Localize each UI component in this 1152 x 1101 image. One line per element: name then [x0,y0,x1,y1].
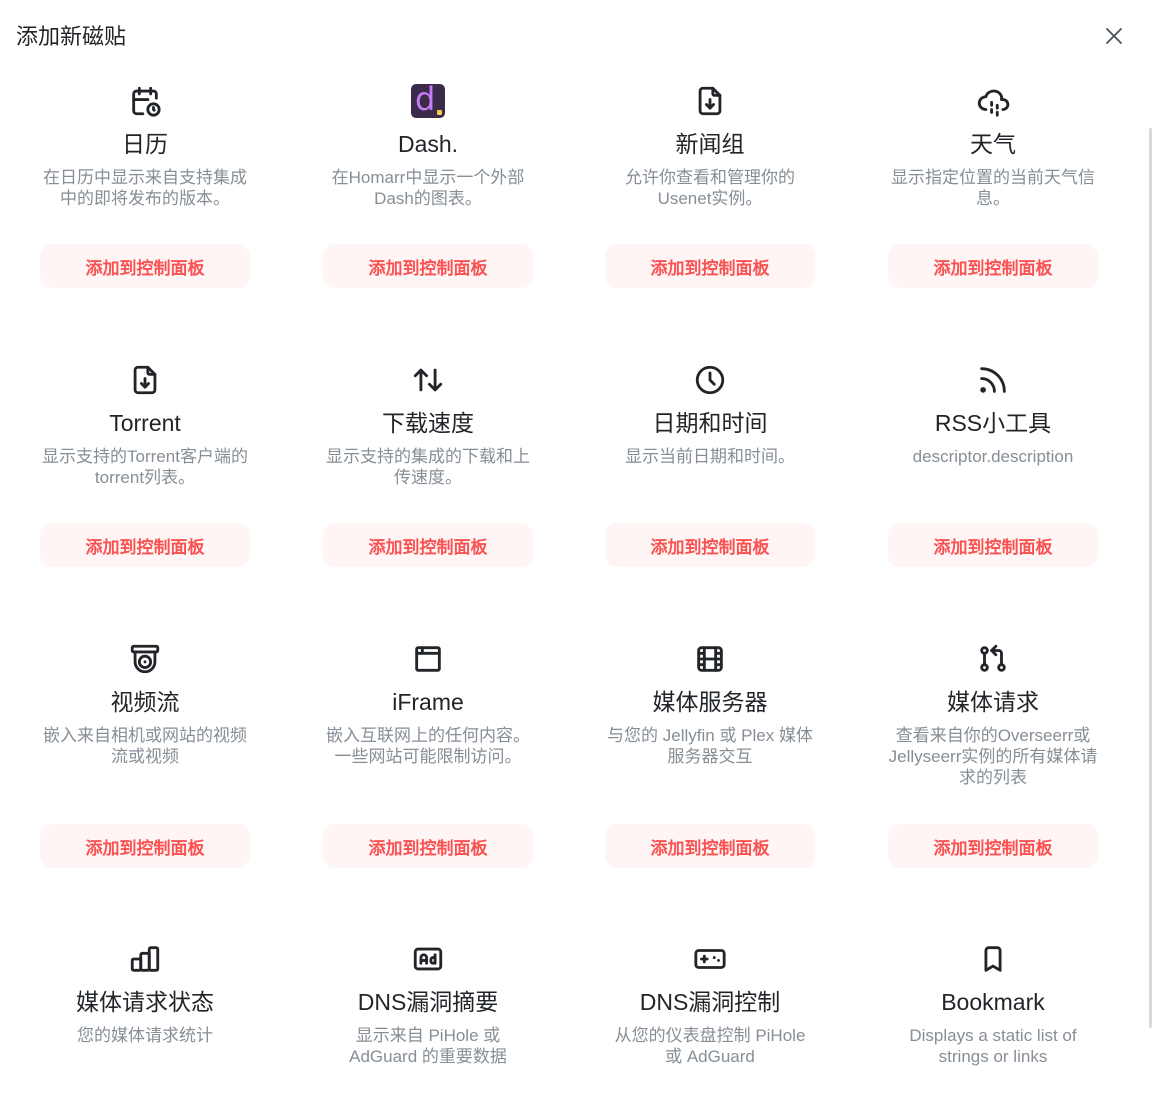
tile-description: 显示支持的集成的下载和上传速度。 [326,447,530,487]
tile-name: 天气 [970,131,1016,157]
tile-name: DNS漏洞控制 [639,989,781,1015]
file-download-icon [692,83,728,119]
tile-iframe: iFrame 嵌入互联网上的任何内容。一些网站可能限制访问。 [308,641,548,789]
add-to-dashboard-button[interactable]: 添加到控制面板 [323,244,533,288]
tile-name: iFrame [392,689,464,715]
tile-usenet: 新闻组 允许你查看和管理你的Usenet实例。 [590,83,830,231]
tile-description: 查看来自你的Overseerr或Jellyseerr实例的所有媒体请求的列表 [888,726,1098,787]
tile-torrent: Torrent 显示支持的Torrent客户端的torrent列表。 [25,362,265,510]
tile-description: 允许你查看和管理你的Usenet实例。 [625,168,795,208]
tile-weather: 天气 显示指定位置的当前天气信息。 [873,83,1113,231]
cloud-rain-icon [975,83,1011,119]
add-to-dashboard-button[interactable]: 添加到控制面板 [40,523,250,567]
tile-media-requests: 媒体请求 查看来自你的Overseerr或Jellyseerr实例的所有媒体请求… [873,641,1113,789]
arrows-sort-icon [410,362,446,398]
device-gamepad-icon [692,941,728,977]
add-to-dashboard-button[interactable]: 添加到控制面板 [40,824,250,868]
tile-name: 新闻组 [675,131,745,157]
tile-description: 显示来自 PiHole 或 AdGuard 的重要数据 [349,1026,507,1066]
tile-description: 您的媒体请求统计 [77,1026,213,1045]
add-to-dashboard-button[interactable]: 添加到控制面板 [888,244,1098,288]
add-tile-modal: 添加新磁贴 日历 在日历中显示来自支持集成中的即将发布的版本。 d Dash. … [0,0,1152,1101]
browser-icon [410,641,446,677]
tile-video-stream: 视频流 嵌入来自相机或网站的视频流或视频 [25,641,265,789]
tile-name: Torrent [109,410,181,436]
tile-media-server: 媒体服务器 与您的 Jellyfin 或 Plex 媒体服务器交互 [590,641,830,789]
file-download-icon [127,362,163,398]
tile-name: 媒体请求 [947,689,1039,715]
rss-icon [975,362,1011,398]
add-to-dashboard-button[interactable]: 添加到控制面板 [605,523,815,567]
tile-description: 显示指定位置的当前天气信息。 [891,168,1095,208]
tile-dns-summary: DNS漏洞摘要 显示来自 PiHole 或 AdGuard 的重要数据 [308,941,548,1089]
bookmark-icon [975,941,1011,977]
ad-icon [410,941,446,977]
tile-description: 嵌入来自相机或网站的视频流或视频 [43,726,247,766]
add-to-dashboard-button[interactable]: 添加到控制面板 [323,523,533,567]
tile-description: 嵌入互联网上的任何内容。一些网站可能限制访问。 [326,726,530,766]
tile-name: DNS漏洞摘要 [357,989,499,1015]
tile-name: RSS小工具 [934,410,1052,436]
add-to-dashboard-button[interactable]: 添加到控制面板 [40,244,250,288]
tile-name: 媒体服务器 [652,689,768,715]
dash-logo-icon: d [410,83,446,119]
tile-download-speed: 下载速度 显示支持的集成的下载和上传速度。 [308,362,548,510]
add-to-dashboard-button[interactable]: 添加到控制面板 [888,523,1098,567]
tile-name: 下载速度 [382,410,474,436]
git-pull-request-icon [975,641,1011,677]
tile-name: 日期和时间 [652,410,768,436]
tile-description: 与您的 Jellyfin 或 Plex 媒体服务器交互 [607,726,813,766]
add-to-dashboard-button[interactable]: 添加到控制面板 [888,824,1098,868]
tile-name: Dash. [397,131,459,157]
tile-bookmark: Bookmark Displays a static list of strin… [873,941,1113,1089]
tile-name: 视频流 [110,689,180,715]
tile-description: 在日历中显示来自支持集成中的即将发布的版本。 [43,168,247,208]
tile-description: 从您的仪表盘控制 PiHole 或 AdGuard [614,1026,806,1066]
tile-name: 媒体请求状态 [76,989,214,1015]
add-to-dashboard-button[interactable]: 添加到控制面板 [605,824,815,868]
tile-name: 日历 [122,131,168,157]
tile-description: 显示支持的Torrent客户端的torrent列表。 [42,447,248,487]
tile-rss: RSS小工具 descriptor.description [873,362,1113,510]
tile-description: Displays a static list of strings or lin… [909,1026,1077,1066]
tile-description: descriptor.description [912,447,1074,466]
tile-dns-control: DNS漏洞控制 从您的仪表盘控制 PiHole 或 AdGuard [590,941,830,1089]
tile-date-time: 日期和时间 显示当前日期和时间。 [590,362,830,510]
tile-media-request-stats: 媒体请求状态 您的媒体请求统计 [25,941,265,1089]
chart-bar-icon [127,941,163,977]
tile-dash: d Dash. 在Homarr中显示一个外部Dash的图表。 [308,83,548,231]
calendar-clock-icon [127,83,163,119]
add-to-dashboard-button[interactable]: 添加到控制面板 [605,244,815,288]
tile-description: 显示当前日期和时间。 [625,447,795,466]
tile-grid: 日历 在日历中显示来自支持集成中的即将发布的版本。 d Dash. 在Homar… [0,0,1152,1101]
tile-calendar: 日历 在日历中显示来自支持集成中的即将发布的版本。 [25,83,265,231]
movie-icon [692,641,728,677]
tile-description: 在Homarr中显示一个外部Dash的图表。 [331,168,525,208]
clock-icon [692,362,728,398]
add-to-dashboard-button[interactable]: 添加到控制面板 [323,824,533,868]
tile-name: Bookmark [941,989,1045,1015]
device-cctv-icon [127,641,163,677]
